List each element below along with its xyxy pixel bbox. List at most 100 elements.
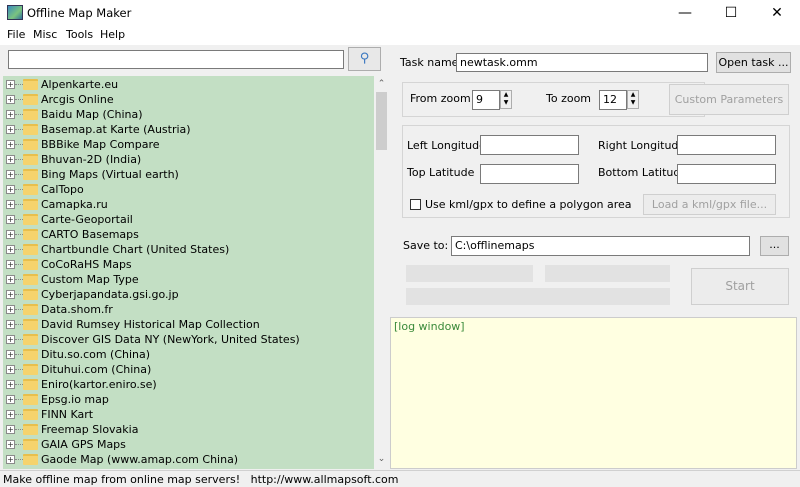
tree-item[interactable]: + Ditu.so.com (China) (3, 347, 373, 362)
from-zoom-stepper[interactable]: ▲ ▼ (500, 90, 512, 109)
browse-button[interactable]: ... (760, 236, 789, 256)
tree-item-label: Cyberjapandata.gsi.go.jp (41, 288, 179, 301)
load-kml-button[interactable]: Load a kml/gpx file... (643, 194, 776, 215)
tree-item[interactable]: + David Rumsey Historical Map Collection (3, 317, 373, 332)
tree-item[interactable]: + Gaode Map (www.amap.com China) (3, 452, 373, 467)
expand-icon[interactable]: + (6, 110, 15, 119)
close-button[interactable]: ✕ (754, 0, 800, 26)
expand-icon[interactable]: + (6, 290, 15, 299)
tree-item[interactable]: + Eniro(kartor.eniro.se) (3, 377, 373, 392)
scroll-down-icon[interactable]: ⌄ (374, 454, 389, 464)
expand-icon[interactable]: + (6, 395, 15, 404)
task-name-input[interactable]: newtask.omm (456, 53, 708, 72)
tree-item-label: Eniro(kartor.eniro.se) (41, 378, 157, 391)
expand-icon[interactable]: + (6, 140, 15, 149)
scroll-up-icon[interactable]: ⌃ (374, 79, 389, 89)
folder-icon (23, 199, 38, 210)
menu-file[interactable]: File (7, 28, 25, 41)
from-zoom-label: From zoom (410, 92, 471, 105)
tree-item[interactable]: + GAIA GPS Maps (3, 437, 373, 452)
tree-item[interactable]: + FINN Kart (3, 407, 373, 422)
folder-icon (23, 409, 38, 420)
expand-icon[interactable]: + (6, 185, 15, 194)
log-window[interactable]: [log window] (390, 317, 797, 469)
expand-icon[interactable]: + (6, 155, 15, 164)
folder-icon (23, 274, 38, 285)
tree-connector (15, 369, 23, 370)
tree-item[interactable]: + Bhuvan-2D (India) (3, 152, 373, 167)
tree-item-label: Data.shom.fr (41, 303, 113, 316)
search-input[interactable] (8, 50, 344, 69)
tree-item[interactable]: + Data.shom.fr (3, 302, 373, 317)
from-zoom-input[interactable]: 9 (472, 90, 500, 110)
tree-item[interactable]: + Dituhui.com (China) (3, 362, 373, 377)
right-longitude-input[interactable] (677, 135, 776, 155)
tree-item[interactable]: + Camapka.ru (3, 197, 373, 212)
tree-item[interactable]: + Cyberjapandata.gsi.go.jp (3, 287, 373, 302)
menu-tools[interactable]: Tools (66, 28, 93, 41)
tree-item[interactable]: + Bing Maps (Virtual earth) (3, 167, 373, 182)
scroll-thumb[interactable] (376, 92, 387, 150)
expand-icon[interactable]: + (6, 365, 15, 374)
bottom-latitude-input[interactable] (677, 164, 776, 184)
custom-parameters-button[interactable]: Custom Parameters (669, 84, 789, 115)
menu-help[interactable]: Help (100, 28, 125, 41)
menu-misc[interactable]: Misc (33, 28, 57, 41)
expand-icon[interactable]: + (6, 170, 15, 179)
tree-connector (15, 294, 23, 295)
expand-icon[interactable]: + (6, 125, 15, 134)
top-latitude-input[interactable] (480, 164, 579, 184)
tree-item-label: CARTO Basemaps (41, 228, 139, 241)
expand-icon[interactable]: + (6, 335, 15, 344)
expand-icon[interactable]: + (6, 380, 15, 389)
tree-item-label: Chartbundle Chart (United States) (41, 243, 230, 256)
expand-icon[interactable]: + (6, 320, 15, 329)
tree-item[interactable]: + Freemap Slovakia (3, 422, 373, 437)
expand-icon[interactable]: + (6, 215, 15, 224)
kml-checkbox[interactable] (410, 199, 421, 210)
tree-item[interactable]: + CoCoRaHS Maps (3, 257, 373, 272)
start-button[interactable]: Start (691, 268, 789, 305)
tree-item[interactable]: + Arcgis Online (3, 92, 373, 107)
tree-item[interactable]: + Carte-Geoportail (3, 212, 373, 227)
folder-icon (23, 244, 38, 255)
tree-item[interactable]: + Chartbundle Chart (United States) (3, 242, 373, 257)
tree-connector (15, 279, 23, 280)
tree-item[interactable]: + CARTO Basemaps (3, 227, 373, 242)
minimize-button[interactable]: — (662, 0, 708, 26)
tree-item[interactable]: + Baidu Map (China) (3, 107, 373, 122)
expand-icon[interactable]: + (6, 95, 15, 104)
tree-item-label: GAIA GPS Maps (41, 438, 126, 451)
tree-item[interactable]: + CalTopo (3, 182, 373, 197)
tree-connector (15, 354, 23, 355)
tree-item[interactable]: + Custom Map Type (3, 272, 373, 287)
expand-icon[interactable]: + (6, 305, 15, 314)
expand-icon[interactable]: + (6, 455, 15, 464)
tree-item[interactable]: + Epsg.io map (3, 392, 373, 407)
tree-connector (15, 414, 23, 415)
expand-icon[interactable]: + (6, 410, 15, 419)
left-longitude-input[interactable] (480, 135, 579, 155)
expand-icon[interactable]: + (6, 200, 15, 209)
to-zoom-stepper[interactable]: ▲ ▼ (627, 90, 639, 109)
expand-icon[interactable]: + (6, 80, 15, 89)
save-to-input[interactable]: C:\offlinemaps (451, 236, 750, 256)
to-zoom-input[interactable]: 12 (599, 90, 627, 110)
tree-item-label: Epsg.io map (41, 393, 109, 406)
expand-icon[interactable]: + (6, 425, 15, 434)
open-task-button[interactable]: Open task ... (716, 52, 791, 73)
tree-item[interactable]: + Alpenkarte.eu (3, 77, 373, 92)
expand-icon[interactable]: + (6, 230, 15, 239)
expand-icon[interactable]: + (6, 350, 15, 359)
tree-item[interactable]: + Basemap.at Karte (Austria) (3, 122, 373, 137)
tree-item[interactable]: + Discover GIS Data NY (NewYork, United S… (3, 332, 373, 347)
expand-icon[interactable]: + (6, 245, 15, 254)
expand-icon[interactable]: + (6, 260, 15, 269)
search-button[interactable]: ⚲ (348, 47, 381, 71)
expand-icon[interactable]: + (6, 440, 15, 449)
maximize-button[interactable]: ☐ (708, 0, 754, 26)
tree-item-label: BBBike Map Compare (41, 138, 160, 151)
expand-icon[interactable]: + (6, 275, 15, 284)
tree-item[interactable]: + BBBike Map Compare (3, 137, 373, 152)
folder-icon (23, 379, 38, 390)
